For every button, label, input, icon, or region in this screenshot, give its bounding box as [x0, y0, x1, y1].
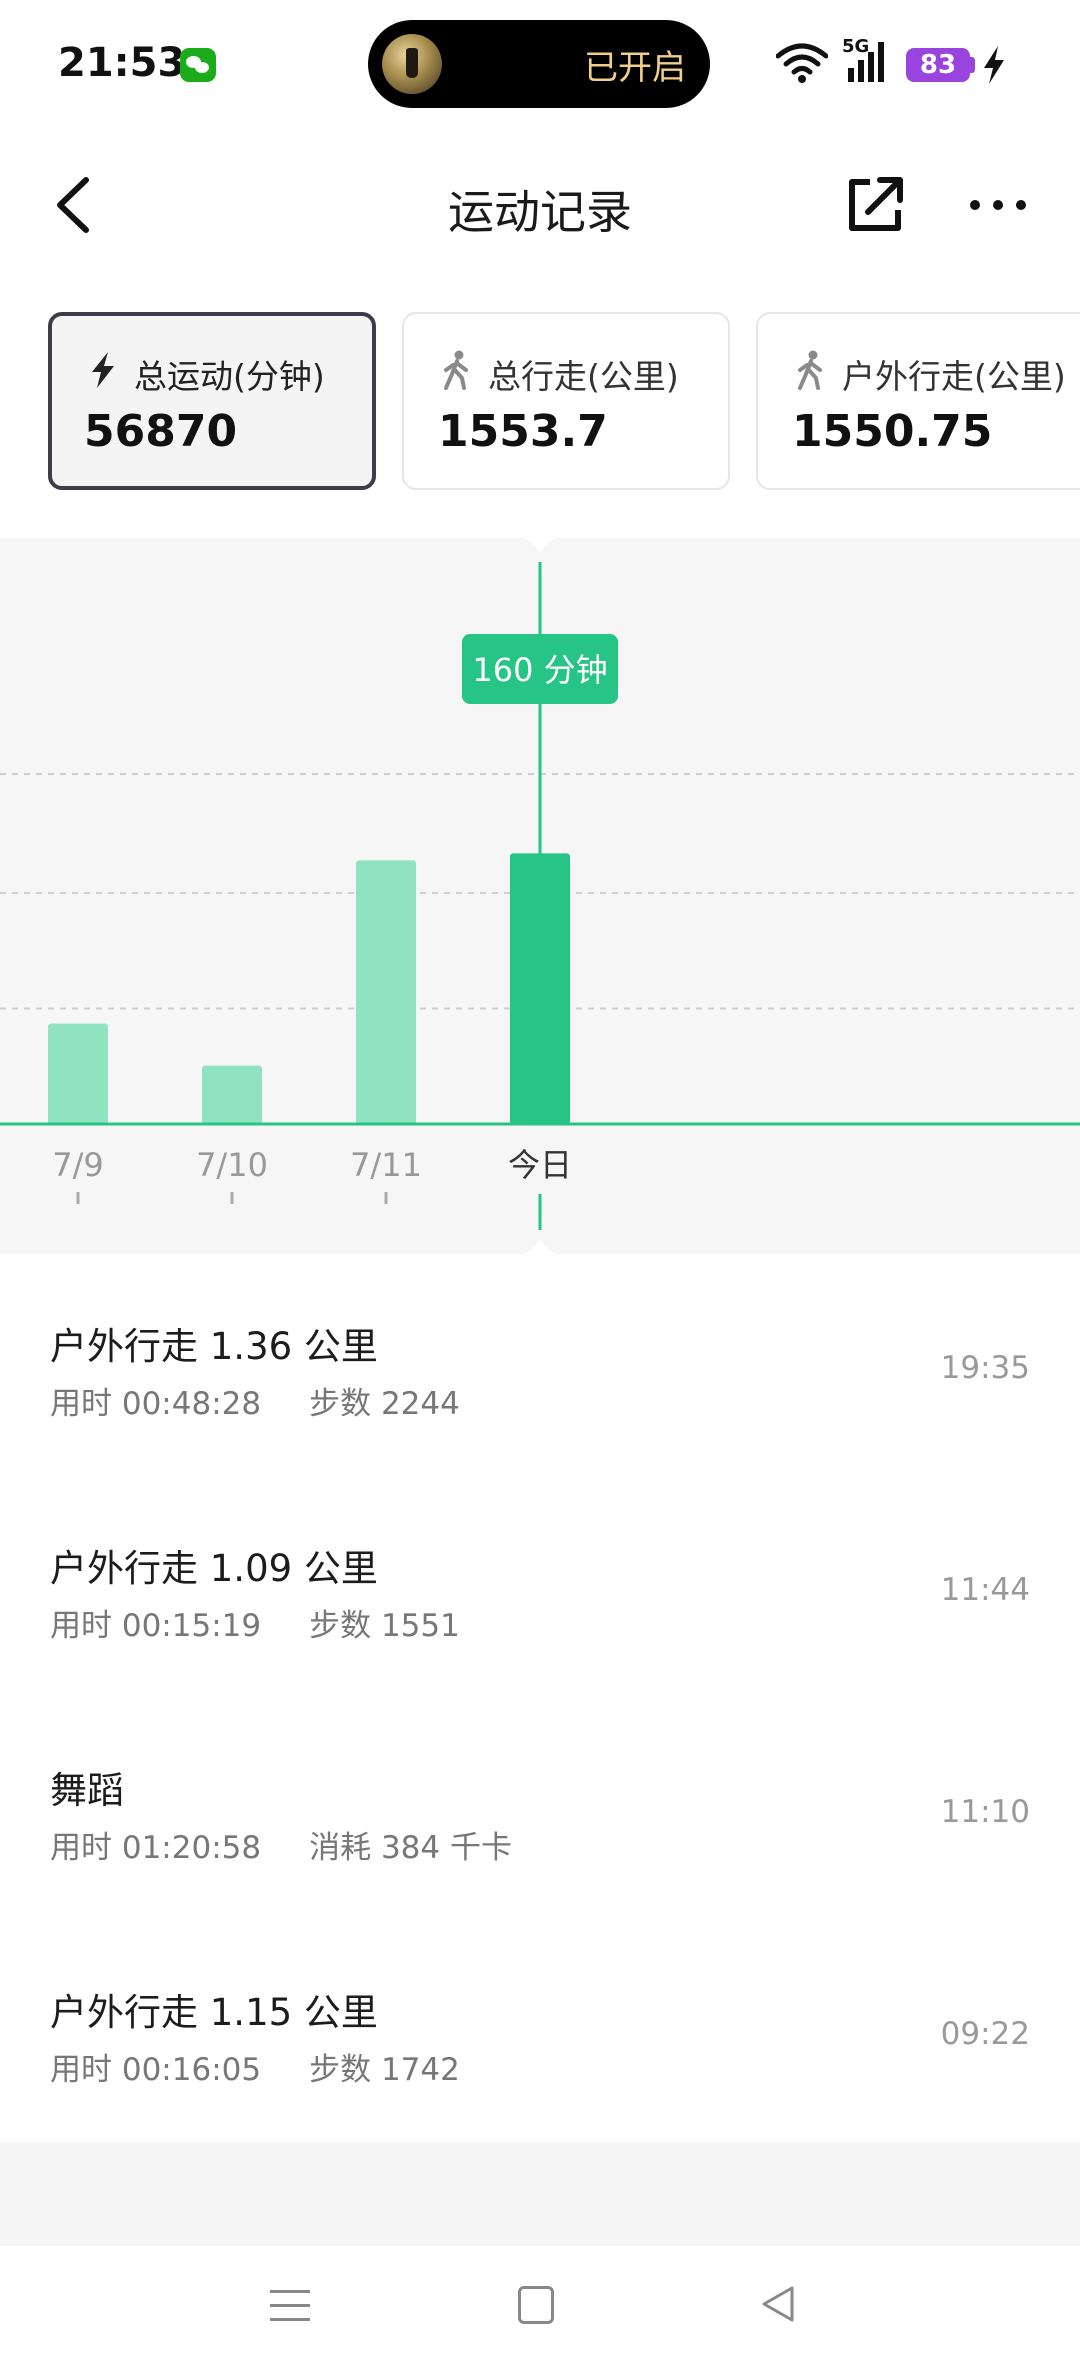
- charging-icon: [984, 46, 1004, 84]
- card-label: 户外行走(公里): [842, 357, 1066, 396]
- x-tick-label: 7/10: [196, 1146, 268, 1184]
- status-time: 21:53: [58, 40, 186, 86]
- chart-bar: [202, 1065, 262, 1124]
- selection-notch-top: [526, 538, 554, 552]
- record-time: 11:10: [940, 1794, 1030, 1830]
- record-item[interactable]: 舞蹈 用时 01:20:58 消耗 384 千卡 11:10: [0, 1698, 1080, 1920]
- page-title: 运动记录: [448, 185, 632, 239]
- record-title: 户外行走 1.36 公里: [50, 1325, 378, 1368]
- record-title: 户外行走 1.15 公里: [50, 1991, 378, 2034]
- wechat-icon: [180, 48, 216, 82]
- card-total-exercise[interactable]: 总运动(分钟) 56870: [48, 312, 376, 490]
- battery-cap: [970, 57, 975, 73]
- record-detail: 用时 00:15:19 步数 1551: [50, 1608, 460, 1644]
- flashlight-icon: [382, 34, 442, 94]
- home-icon[interactable]: [518, 2286, 554, 2324]
- card-value: 1550.75: [792, 406, 993, 457]
- x-tick-label: 7/11: [350, 1146, 422, 1184]
- record-detail: 用时 00:48:28 步数 2244: [50, 1386, 460, 1422]
- exercise-chart[interactable]: 160 分钟 7/9 7/10 7/11 今日: [0, 538, 1080, 1254]
- wifi-icon: [776, 43, 828, 83]
- status-bar: 21:53 已开启 5G 83: [0, 0, 1080, 130]
- selection-notch-bottom: [526, 1240, 554, 1254]
- card-total-walking[interactable]: 总行走(公里) 1553.7: [402, 312, 730, 490]
- share-icon[interactable]: [840, 168, 912, 240]
- record-detail: 用时 01:20:58 消耗 384 千卡: [50, 1830, 512, 1866]
- card-label: 总行走(公里): [488, 357, 679, 396]
- x-tick-label: 7/9: [52, 1146, 104, 1184]
- chart-bar: [48, 1023, 108, 1124]
- record-detail: 用时 00:16:05 步数 1742: [50, 2052, 460, 2088]
- menu-icon[interactable]: [270, 2286, 310, 2326]
- metric-cards: 总运动(分钟) 56870 总行走(公里) 1553.7 户外行走(公里) 15…: [0, 312, 1080, 492]
- record-time: 19:35: [940, 1350, 1030, 1386]
- record-title: 户外行走 1.09 公里: [50, 1547, 378, 1590]
- record-title: 舞蹈: [50, 1769, 124, 1812]
- chart-canvas[interactable]: 160 分钟 7/9 7/10 7/11 今日: [0, 538, 1080, 1254]
- chart-bar: [510, 853, 570, 1124]
- card-outdoor-walking[interactable]: 户外行走(公里) 1550.75: [756, 312, 1080, 490]
- chart-bar: [356, 860, 416, 1124]
- more-icon[interactable]: [958, 168, 1038, 240]
- card-value: 1553.7: [438, 406, 608, 457]
- x-tick-label: 今日: [508, 1146, 572, 1184]
- record-time: 11:44: [940, 1572, 1030, 1608]
- card-label: 总运动(分钟): [134, 357, 325, 396]
- exercise-records-list: 户外行走 1.36 公里 用时 00:48:28 步数 2244 19:35 户外…: [0, 1254, 1080, 2142]
- card-value: 56870: [84, 406, 238, 457]
- record-item[interactable]: 户外行走 1.15 公里 用时 00:16:05 步数 1742 09:22: [0, 1920, 1080, 2142]
- system-navigation-bar: [0, 2246, 1080, 2376]
- record-item[interactable]: 户外行走 1.09 公里 用时 00:15:19 步数 1551 11:44: [0, 1476, 1080, 1698]
- nav-bar: 运动记录: [0, 140, 1080, 270]
- back-triangle-icon[interactable]: [756, 2282, 800, 2326]
- dynamic-island[interactable]: 已开启: [368, 20, 710, 108]
- record-item[interactable]: 户外行走 1.36 公里 用时 00:48:28 步数 2244 19:35: [0, 1254, 1080, 1476]
- battery-level: 83: [906, 48, 970, 82]
- signal-icon: [848, 42, 884, 82]
- chart-tooltip-text: 160 分钟: [472, 651, 607, 689]
- island-status-text: 已开启: [584, 48, 686, 88]
- list-bottom-spacer: [0, 2142, 1080, 2246]
- record-time: 09:22: [940, 2016, 1030, 2052]
